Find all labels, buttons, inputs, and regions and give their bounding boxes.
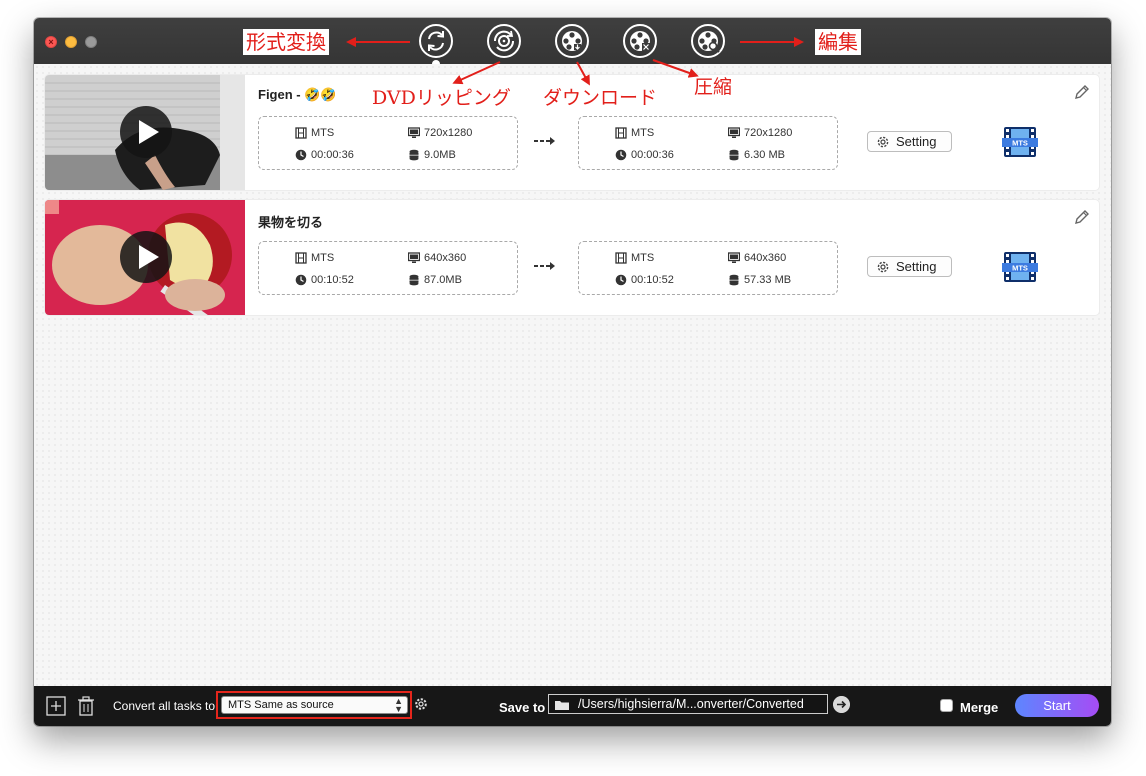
annotation-dvd: DVDリッピング (372, 87, 511, 109)
clock-icon (615, 149, 627, 161)
play-button[interactable] (120, 231, 172, 283)
film-icon (295, 252, 307, 264)
video-thumbnail[interactable] (45, 75, 245, 190)
pencil-icon[interactable] (1073, 208, 1091, 226)
dvd-rip-icon (493, 30, 515, 52)
clock-icon (615, 274, 627, 286)
edit-tool-button[interactable] (691, 24, 725, 58)
film-icon (295, 127, 307, 139)
task-title: 果物を切る (258, 215, 324, 230)
save-path-field[interactable]: /Users/highsierra/M...onverter/Converted (548, 694, 828, 714)
convert-icon (428, 31, 444, 51)
output-info-box: MTS 640x360 00:10:52 57.33 MB (578, 241, 838, 295)
play-button[interactable] (120, 106, 172, 158)
monitor-icon (408, 127, 420, 138)
annotation-edit: 編集 (815, 29, 861, 55)
annotation-convert: 形式変換 (243, 29, 329, 55)
trash-icon[interactable] (76, 696, 96, 716)
annotation-download: ダウンロード (543, 87, 658, 109)
merge-checkbox[interactable] (940, 699, 953, 712)
clock-icon (295, 149, 307, 161)
updown-arrows-icon: ▲ ▼ (394, 696, 403, 714)
setting-button[interactable]: Setting (867, 131, 952, 152)
zoom-window-button[interactable] (85, 36, 97, 48)
format-settings-gear-icon[interactable] (414, 697, 428, 711)
title-bar: × (34, 18, 1111, 68)
open-folder-arrow-icon[interactable] (833, 696, 850, 713)
merge-label: Merge (960, 700, 999, 715)
output-info-box: MTS 720x1280 00:00:36 6.30 MB (578, 116, 838, 170)
format-select[interactable]: MTS Same as source ▲ ▼ (221, 696, 408, 714)
monitor-icon (728, 127, 740, 138)
bottom-bar: Convert all tasks to MTS Same as source … (34, 686, 1111, 726)
video-thumbnail[interactable] (45, 200, 245, 315)
close-window-button[interactable]: × (45, 36, 57, 48)
database-icon (729, 149, 739, 161)
task-item: 果物を切る MTS 640x360 00:10:52 87.0MB MTS 64… (45, 200, 1099, 315)
output-format-icon[interactable]: MTS (1002, 250, 1038, 284)
pencil-icon[interactable] (1073, 83, 1091, 101)
output-format-icon[interactable]: MTS (1002, 125, 1038, 159)
clock-icon (295, 274, 307, 286)
convert-all-label: Convert all tasks to (113, 699, 216, 713)
database-icon (409, 274, 419, 286)
task-list: Figen - 🤣🤣 MTS 720x1280 00:00:36 9.0MB M… (34, 64, 1111, 686)
app-window: × Figen - 🤣🤣 MTS 720x1280 00:00:36 9.0MB… (34, 18, 1111, 726)
format-icon-label: MTS (1012, 139, 1028, 148)
film-icon (615, 127, 627, 139)
minimize-window-button[interactable] (65, 36, 77, 48)
annotation-compress: 圧縮 (694, 76, 733, 98)
gear-icon (877, 136, 889, 148)
setting-button[interactable]: Setting (867, 256, 952, 277)
source-info-box: MTS 640x360 00:10:52 87.0MB (258, 241, 518, 295)
monitor-icon (408, 252, 420, 263)
task-title: Figen - 🤣🤣 (258, 87, 337, 102)
folder-icon (555, 701, 569, 710)
format-icon-label: MTS (1012, 264, 1028, 273)
source-info-box: MTS 720x1280 00:00:36 9.0MB (258, 116, 518, 170)
arrow-right-icon (534, 137, 555, 145)
download-tool-button[interactable] (555, 24, 589, 58)
download-icon (562, 31, 582, 51)
save-to-label: Save to (499, 700, 546, 715)
dvd-rip-tool-button[interactable] (487, 24, 521, 58)
compress-icon (630, 31, 650, 51)
database-icon (729, 274, 739, 286)
convert-tool-button[interactable] (419, 24, 453, 58)
monitor-icon (728, 252, 740, 263)
start-button[interactable]: Start (1015, 694, 1099, 717)
gear-icon (877, 261, 889, 273)
edit-video-icon (698, 31, 720, 53)
compress-tool-button[interactable] (623, 24, 657, 58)
add-file-icon[interactable] (46, 696, 66, 716)
film-icon (615, 252, 627, 264)
arrow-right-icon (534, 262, 555, 270)
database-icon (409, 149, 419, 161)
